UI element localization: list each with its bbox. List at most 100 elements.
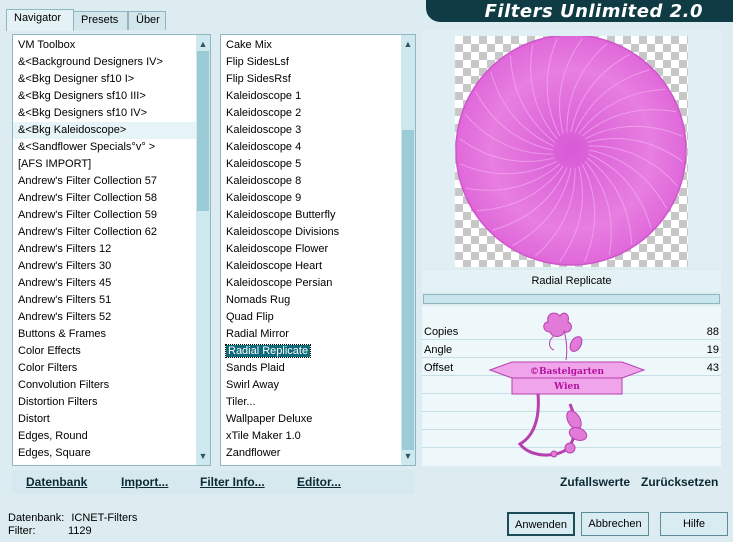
category-item[interactable]: Convolution Filters [13, 377, 197, 394]
category-item-label: Andrew's Filter Collection 58 [18, 192, 158, 204]
category-item-label: Andrew's Filters 45 [18, 277, 112, 289]
category-item[interactable]: &<Bkg Designers sf10 IV> [13, 105, 197, 122]
category-item[interactable]: Andrew's Filter Collection 57 [13, 173, 197, 190]
category-item[interactable]: Distortion Filters [13, 394, 197, 411]
category-item[interactable]: Andrew's Filter Collection 62 [13, 224, 197, 241]
category-scroll-thumb[interactable] [197, 51, 209, 211]
category-list-panel: VM Toolbox &<Background Designers IV> &<Bk… [12, 34, 211, 466]
category-item[interactable]: Buttons & Frames [13, 326, 197, 343]
tab-navigator[interactable]: Navigator [6, 9, 74, 31]
random-values-button[interactable]: Zufallswerte [560, 475, 630, 489]
selected-filter-label: Radial Replicate [422, 270, 721, 292]
preview-image [455, 34, 687, 266]
scroll-up-icon[interactable]: ▲ [401, 37, 415, 51]
filter-list[interactable]: Cake Mix Flip SidesLsf Flip SidesRsf Kaleid… [221, 37, 401, 467]
filter-item[interactable]: Kaleidoscope 9 [221, 190, 401, 207]
category-list[interactable]: VM Toolbox &<Background Designers IV> &<Bk… [13, 37, 197, 467]
filter-item[interactable]: Radial Mirror [221, 326, 401, 343]
filter-item[interactable]: Kaleidoscope 1 [221, 88, 401, 105]
category-item-label: &<Bkg Designer sf10 I> [18, 73, 135, 85]
category-item[interactable]: &<Bkg Kaleidoscope> [13, 122, 197, 139]
list-toolbar: Datenbank Import... Filter Info... Edito… [12, 470, 414, 494]
category-item[interactable]: Andrew's Filters 52 [13, 309, 197, 326]
filter-item[interactable]: Nomads Rug [221, 292, 401, 309]
category-item[interactable]: Color Filters [13, 360, 197, 377]
category-item[interactable]: [AFS IMPORT] [13, 156, 197, 173]
filter-item[interactable]: Tiler... [221, 394, 401, 411]
cancel-button[interactable]: Abbrechen [581, 512, 649, 536]
import-button[interactable]: Import... [121, 475, 168, 489]
category-item[interactable]: VM Toolbox [13, 37, 197, 54]
tab-about[interactable]: Über [128, 11, 166, 30]
status-database-label: Datenbank: [8, 512, 65, 524]
filter-item[interactable]: Flip SidesLsf [221, 54, 401, 71]
category-item-label: Distort [18, 413, 50, 425]
filter-item[interactable]: Zandflower [221, 445, 401, 462]
category-item[interactable]: Andrew's Filters 51 [13, 292, 197, 309]
filter-item[interactable]: Kaleidoscope Persian [221, 275, 401, 292]
filter-item[interactable]: Quad Flip [221, 309, 401, 326]
reset-button[interactable]: Zurücksetzen [641, 475, 718, 489]
filter-item-label: Kaleidoscope 2 [226, 107, 302, 119]
filter-item[interactable]: Sands Plaid [221, 360, 401, 377]
watermark-logo: ©Bastelgarten Wien [488, 312, 646, 458]
apply-button[interactable]: Anwenden [507, 512, 575, 536]
filter-item[interactable]: Kaleidoscope 3 [221, 122, 401, 139]
scroll-up-icon[interactable]: ▲ [196, 37, 210, 51]
category-item[interactable]: Andrew's Filters 45 [13, 275, 197, 292]
filter-item[interactable]: Radial Replicate [221, 343, 401, 360]
filter-item[interactable]: Flip SidesRsf [221, 71, 401, 88]
filter-item-label: Nomads Rug [226, 294, 291, 306]
category-item-label: Andrew's Filters 51 [18, 294, 112, 306]
category-item[interactable]: &<Sandflower Specials°v° > [13, 139, 197, 156]
category-item[interactable]: &<Bkg Designer sf10 I> [13, 71, 197, 88]
watermark-line2: Wien [553, 382, 580, 392]
category-item[interactable]: Andrew's Filters 30 [13, 258, 197, 275]
scroll-down-icon[interactable]: ▼ [196, 449, 210, 463]
category-item[interactable]: &<Background Designers IV> [13, 54, 197, 71]
category-item-label: &<Bkg Designers sf10 III> [18, 90, 146, 102]
category-item-label: Andrew's Filters 52 [18, 311, 112, 323]
editor-button[interactable]: Editor... [297, 475, 341, 489]
scroll-down-icon[interactable]: ▼ [401, 449, 415, 463]
filter-item[interactable]: Kaleidoscope Heart [221, 258, 401, 275]
category-item-label: [AFS IMPORT] [18, 158, 92, 170]
filter-item-label: Radial Replicate [224, 344, 312, 358]
filter-scrollbar[interactable]: ▲ ▼ [401, 35, 415, 465]
category-item[interactable]: Color Effects [13, 343, 197, 360]
filter-item[interactable]: Kaleidoscope 2 [221, 105, 401, 122]
param-value: 88 [706, 326, 719, 338]
category-item[interactable]: Andrew's Filter Collection 58 [13, 190, 197, 207]
category-scrollbar[interactable]: ▲ ▼ [196, 35, 210, 465]
category-item[interactable]: &<Bkg Designers sf10 III> [13, 88, 197, 105]
status-filter-count: 1129 [68, 525, 92, 537]
category-item-label: Andrew's Filter Collection 62 [18, 226, 158, 238]
filter-info-button[interactable]: Filter Info... [200, 475, 265, 489]
category-item[interactable]: Andrew's Filter Collection 59 [13, 207, 197, 224]
filter-list-panel: Cake Mix Flip SidesLsf Flip SidesRsf Kaleid… [220, 34, 416, 466]
filter-item[interactable]: Cake Mix [221, 37, 401, 54]
filter-item[interactable]: Kaleidoscope Divisions [221, 224, 401, 241]
help-button[interactable]: Hilfe [660, 512, 728, 536]
filter-item[interactable]: Kaleidoscope Flower [221, 241, 401, 258]
filter-item[interactable]: Wallpaper Deluxe [221, 411, 401, 428]
filter-item-label: Tiler... [226, 396, 256, 408]
category-item-label: VM Toolbox [18, 39, 76, 51]
filter-item[interactable]: Kaleidoscope 4 [221, 139, 401, 156]
progress-bar [423, 294, 720, 304]
category-item[interactable]: Edges, Round [13, 428, 197, 445]
filter-item[interactable]: Kaleidoscope Butterfly [221, 207, 401, 224]
database-button[interactable]: Datenbank [26, 475, 87, 489]
filter-item-label: Quad Flip [226, 311, 274, 323]
filter-item-label: Kaleidoscope 5 [226, 158, 302, 170]
category-item[interactable]: Andrew's Filters 12 [13, 241, 197, 258]
category-item[interactable]: Distort [13, 411, 197, 428]
filter-item[interactable]: xTile Maker 1.0 [221, 428, 401, 445]
tab-presets[interactable]: Presets [73, 11, 128, 30]
filter-item-label: Kaleidoscope 4 [226, 141, 302, 153]
filter-scroll-thumb[interactable] [402, 130, 414, 450]
filter-item[interactable]: Swirl Away [221, 377, 401, 394]
category-item[interactable]: Edges, Square [13, 445, 197, 462]
filter-item[interactable]: Kaleidoscope 8 [221, 173, 401, 190]
filter-item[interactable]: Kaleidoscope 5 [221, 156, 401, 173]
